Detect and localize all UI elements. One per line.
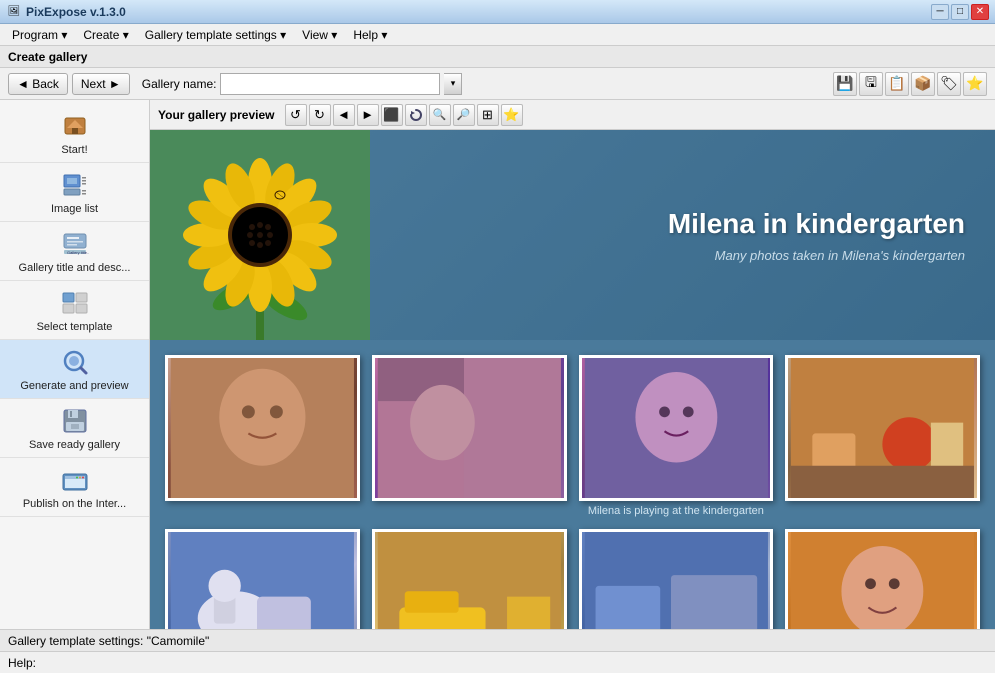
thumb-wrapper-1 xyxy=(165,355,360,517)
toolbar-icons: 💾 🖫 📋 📦 🏷 ⭐ xyxy=(833,72,987,96)
minimize-button[interactable]: ─ xyxy=(931,4,949,20)
thumb-wrapper-4 xyxy=(785,355,980,517)
thumb-wrapper-2 xyxy=(372,355,567,517)
preview-title: Your gallery preview xyxy=(158,108,275,122)
bookmark-button[interactable]: ⭐ xyxy=(501,104,523,126)
save-gallery-icon xyxy=(59,405,91,437)
sidebar-item-select-template-label: Select template xyxy=(37,321,113,333)
help-label: Help: xyxy=(8,656,36,670)
nav-bar: ◄ Back Next ► Gallery name: ▾ 💾 🖫 📋 📦 🏷 … xyxy=(0,68,995,100)
help-bar: Help: xyxy=(0,651,995,673)
gallery-thumb-7[interactable] xyxy=(579,529,774,629)
menu-create[interactable]: Create ▾ xyxy=(75,26,136,44)
menu-view[interactable]: View ▾ xyxy=(294,26,345,44)
status-text: Gallery template settings: "Camomile" xyxy=(8,634,987,648)
gallery-thumb-4[interactable] xyxy=(785,355,980,501)
sidebar-item-start-label: Start! xyxy=(61,144,87,156)
sidebar-item-save-gallery[interactable]: Save ready gallery xyxy=(0,399,149,458)
gallery-thumb-8[interactable] xyxy=(785,529,980,629)
main-area: Start! Image list xyxy=(0,100,995,629)
rotate-cw-button[interactable]: ↻ xyxy=(309,104,331,126)
svg-text:Gallery title...: Gallery title... xyxy=(67,250,89,255)
stop-button[interactable]: ⬛ xyxy=(381,104,403,126)
sidebar-item-start[interactable]: Start! xyxy=(0,104,149,163)
menu-gallery-template[interactable]: Gallery template settings ▾ xyxy=(137,26,294,44)
next-preview-button[interactable]: ► xyxy=(357,104,379,126)
thumb-wrapper-6 xyxy=(372,529,567,629)
gallery-header: Milena in kindergarten Many photos taken… xyxy=(150,130,995,340)
sidebar-item-image-list[interactable]: Image list xyxy=(0,163,149,222)
next-button[interactable]: Next ► xyxy=(72,73,130,95)
preview-content[interactable]: Milena in kindergarten Many photos taken… xyxy=(150,130,995,629)
sunflower-svg xyxy=(150,130,370,340)
favorite-button[interactable]: ⭐ xyxy=(963,72,987,96)
package-button[interactable]: 📦 xyxy=(911,72,935,96)
gallery-thumb-3[interactable] xyxy=(579,355,774,501)
gallery-title: Milena in kindergarten xyxy=(668,208,965,240)
fit-button[interactable]: ⊞ xyxy=(477,104,499,126)
gallery-thumb-2[interactable] xyxy=(372,355,567,501)
gallery-name-input[interactable] xyxy=(220,73,440,95)
create-gallery-bar: Create gallery xyxy=(0,46,995,68)
generate-preview-icon xyxy=(59,346,91,378)
gallery-header-image xyxy=(150,130,370,340)
refresh-button[interactable] xyxy=(405,104,427,126)
copy-button[interactable]: 📋 xyxy=(885,72,909,96)
thumb-wrapper-7 xyxy=(579,529,774,629)
prev-button[interactable]: ◄ xyxy=(333,104,355,126)
gallery-thumb-1[interactable] xyxy=(165,355,360,501)
preview-toolbar: Your gallery preview ↺ ↻ ◄ ► ⬛ 🔍 🔎 ⊞ ⭐ xyxy=(150,100,995,130)
title-bar: 🖼 PixExpose v.1.3.0 ─ □ ✕ xyxy=(0,0,995,24)
sidebar-item-publish-label: Publish on the Inter... xyxy=(23,498,126,510)
status-bar: Gallery template settings: "Camomile" xyxy=(0,629,995,651)
gallery-name-section: Gallery name: ▾ xyxy=(142,73,821,95)
rotate-ccw-button[interactable]: ↺ xyxy=(285,104,307,126)
maximize-button[interactable]: □ xyxy=(951,4,969,20)
sidebar-item-image-list-label: Image list xyxy=(51,203,98,215)
gallery-thumb-6[interactable] xyxy=(372,529,567,629)
thumb-wrapper-8 xyxy=(785,529,980,629)
image-list-icon xyxy=(59,169,91,201)
sidebar-item-save-gallery-label: Save ready gallery xyxy=(29,439,120,451)
gallery-header-text: Milena in kindergarten Many photos taken… xyxy=(370,188,995,283)
menu-program[interactable]: Program ▾ xyxy=(4,26,75,44)
save-button[interactable]: 💾 xyxy=(833,72,857,96)
zoom-out-button[interactable]: 🔎 xyxy=(453,104,475,126)
gallery-name-dropdown[interactable]: ▾ xyxy=(444,73,462,95)
gallery-grid: Milena is playing at the kindergarten xyxy=(150,340,995,629)
window-title: PixExpose v.1.3.0 xyxy=(26,5,931,19)
select-template-icon xyxy=(59,287,91,319)
sidebar-item-generate-preview-label: Generate and preview xyxy=(20,380,128,392)
gallery-thumb-5[interactable] xyxy=(165,529,360,629)
gallery-subtitle: Many photos taken in Milena's kindergart… xyxy=(715,248,965,263)
menu-help[interactable]: Help ▾ xyxy=(345,26,395,44)
gallery-name-label: Gallery name: xyxy=(142,77,217,91)
thumb-wrapper-3: Milena is playing at the kindergarten xyxy=(579,355,774,517)
sidebar-item-generate-preview[interactable]: Generate and preview xyxy=(0,340,149,399)
close-button[interactable]: ✕ xyxy=(971,4,989,20)
sidebar-item-gallery-title-label: Gallery title and desc... xyxy=(19,262,131,274)
back-button[interactable]: ◄ Back xyxy=(8,73,68,95)
create-gallery-label: Create gallery xyxy=(8,50,87,64)
start-icon xyxy=(59,110,91,142)
sidebar-item-publish[interactable]: Publish on the Inter... xyxy=(0,458,149,517)
window-controls: ─ □ ✕ xyxy=(931,4,989,20)
preview-area: Your gallery preview ↺ ↻ ◄ ► ⬛ 🔍 🔎 ⊞ ⭐ xyxy=(150,100,995,629)
label-button[interactable]: 🏷 xyxy=(937,72,961,96)
publish-icon xyxy=(59,464,91,496)
thumb-wrapper-5 xyxy=(165,529,360,629)
gallery-preview: Milena in kindergarten Many photos taken… xyxy=(150,130,995,629)
zoom-in-button[interactable]: 🔍 xyxy=(429,104,451,126)
thumb-caption-3: Milena is playing at the kindergarten xyxy=(579,505,774,517)
save-as-button[interactable]: 🖫 xyxy=(859,72,883,96)
sidebar-item-select-template[interactable]: Select template xyxy=(0,281,149,340)
menu-bar: Program ▾ Create ▾ Gallery template sett… xyxy=(0,24,995,46)
app-icon: 🖼 xyxy=(6,4,22,20)
sidebar: Start! Image list xyxy=(0,100,150,629)
gallery-title-icon: Gallery title... xyxy=(59,228,91,260)
sidebar-item-gallery-title[interactable]: Gallery title... Gallery title and desc.… xyxy=(0,222,149,281)
